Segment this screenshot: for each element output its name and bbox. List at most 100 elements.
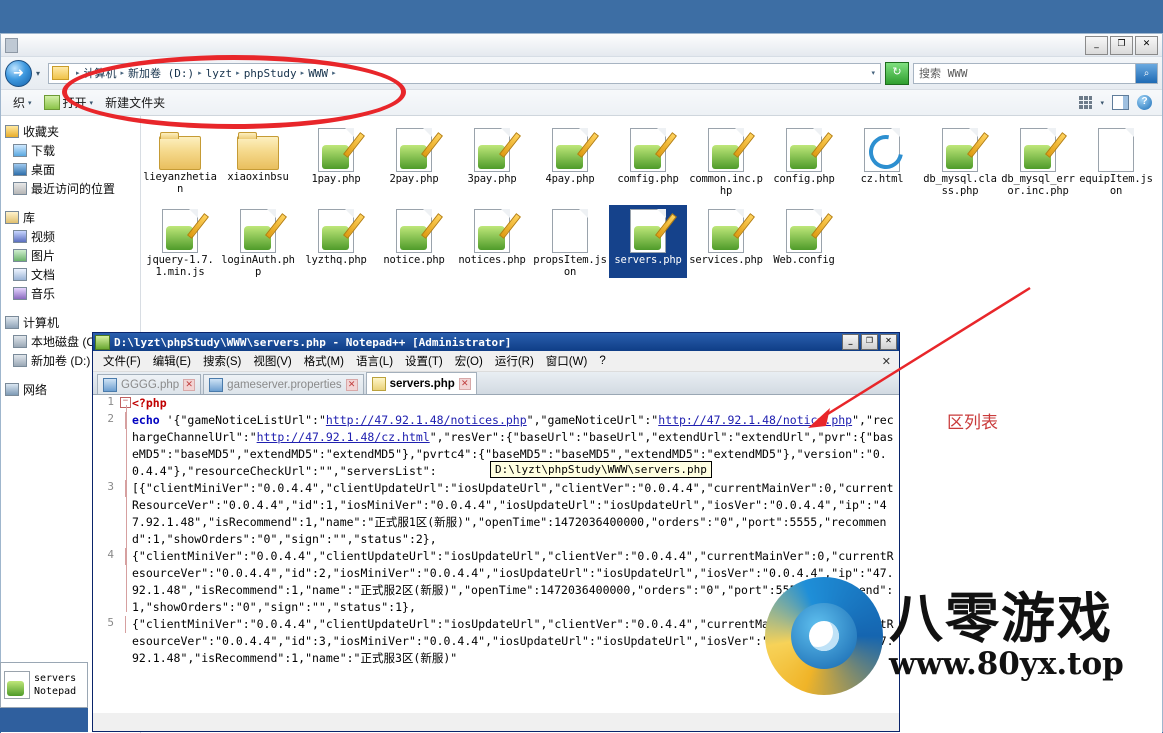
maximize-button[interactable]: ❐ [1110, 36, 1133, 55]
file-label: notice.php [383, 254, 445, 266]
nav-item-4[interactable]: 库 [5, 208, 140, 227]
explorer-window-controls[interactable]: _ ❐ ✕ [1085, 36, 1158, 55]
breadcrumb-item-2[interactable]: lyzt [206, 67, 233, 80]
file-item-lyzthq-php[interactable]: lyzthq.php [297, 205, 375, 278]
organize-label: 织 [13, 96, 26, 110]
nav-item-8[interactable]: 音乐 [5, 284, 140, 303]
menu-item-5[interactable]: 语言(L) [350, 353, 399, 369]
code-line: 1− <?php [93, 395, 899, 612]
fold-column[interactable] [119, 616, 132, 667]
line-number: 3 [93, 480, 119, 548]
taskbar-file-icon [4, 671, 30, 699]
chevron-down-icon: ▾ [89, 99, 94, 107]
php-file-icon [1017, 128, 1067, 172]
nav-item-7[interactable]: 文档 [5, 265, 140, 284]
search-input[interactable] [914, 65, 1135, 81]
fold-column[interactable]: − [119, 395, 132, 612]
fold-column[interactable] [119, 548, 132, 616]
breadcrumb-item-0[interactable]: 计算机 [84, 65, 117, 81]
close-icon[interactable]: ✕ [458, 377, 471, 390]
file-item-comfig-php[interactable]: comfig.php [609, 124, 687, 197]
npp-maximize-button[interactable]: ❐ [861, 334, 878, 350]
file-item-3pay-php[interactable]: 3pay.php [453, 124, 531, 197]
taskbar-thumb-line2: Notepad [34, 686, 77, 697]
file-item-common-inc-php[interactable]: common.inc.php [687, 124, 765, 197]
close-icon[interactable]: ✕ [345, 378, 358, 391]
open-button[interactable]: 打开 ▾ [38, 92, 100, 113]
menu-item-7[interactable]: 宏(O) [449, 353, 489, 369]
npp-minimize-button[interactable]: _ [842, 334, 859, 350]
menu-item-1[interactable]: 编辑(E) [147, 353, 197, 369]
editor-tab-gameserver-properties[interactable]: gameserver.properties ✕ [203, 374, 364, 394]
nav-item-6[interactable]: 图片 [5, 246, 140, 265]
notepadpp-window-controls[interactable]: _ ❐ ✕ [842, 334, 897, 350]
file-item-config-php[interactable]: config.php [765, 124, 843, 197]
breadcrumb-sep-2: ▸ [198, 70, 202, 77]
nav-item-5[interactable]: 视频 [5, 227, 140, 246]
breadcrumb-dropdown-icon[interactable]: ▾ [871, 69, 877, 77]
menu-item-9[interactable]: 窗口(W) [540, 353, 594, 369]
watermark-url: www.80yx.top [889, 646, 1124, 682]
file-item-services-php[interactable]: services.php [687, 205, 765, 278]
editor-tab-servers-php[interactable]: servers.php ✕ [365, 372, 477, 394]
file-item-db-mysql-class-php[interactable]: db_mysql.class.php [921, 124, 999, 197]
file-item-xiaoxinbsu[interactable]: xiaoxinbsu [219, 124, 297, 197]
history-dropdown-icon[interactable]: ▾ [32, 69, 44, 78]
close-button[interactable]: ✕ [1135, 36, 1158, 55]
php-file-icon [705, 128, 755, 172]
new-folder-button[interactable]: 新建文件夹 [99, 92, 171, 113]
watermark-brand: 八零游戏 [889, 587, 1113, 650]
fold-column[interactable] [119, 412, 132, 480]
taskbar-thumbnail[interactable]: servers Notepad [0, 662, 88, 708]
breadcrumb-item-3[interactable]: phpStudy [244, 67, 297, 80]
menu-item-3[interactable]: 视图(V) [247, 353, 297, 369]
organize-button[interactable]: 织 ▾ [7, 92, 38, 113]
menu-item-6[interactable]: 设置(T) [399, 353, 449, 369]
nav-item-1[interactable]: 下载 [5, 141, 140, 160]
breadcrumb[interactable]: ▸ 计算机 ▸ 新加卷 (D:) ▸ lyzt ▸ phpStudy ▸ WWW… [48, 62, 881, 84]
breadcrumb-sep-0: ▸ [76, 70, 80, 77]
menu-item-10[interactable]: ? [593, 355, 611, 367]
file-item-servers-php[interactable]: servers.php [609, 205, 687, 278]
documents-icon [13, 268, 27, 281]
file-item-jquery-1-7-1-min-js[interactable]: jquery-1.7.1.min.js [141, 205, 219, 278]
file-item-cz-html[interactable]: cz.html [843, 124, 921, 197]
chevron-down-icon[interactable]: ▾ [1100, 99, 1104, 107]
breadcrumb-item-4[interactable]: WWW [308, 67, 328, 80]
menu-item-4[interactable]: 格式(M) [298, 353, 350, 369]
help-icon[interactable]: ? [1137, 95, 1152, 110]
file-item-loginauth-php[interactable]: loginAuth.php [219, 205, 297, 278]
file-item-4pay-php[interactable]: 4pay.php [531, 124, 609, 197]
search-icon[interactable]: ⌕ [1135, 63, 1157, 83]
file-item-lieyanzhetian[interactable]: lieyanzhetian [141, 124, 219, 197]
file-item-2pay-php[interactable]: 2pay.php [375, 124, 453, 197]
preview-pane-icon[interactable] [1112, 95, 1129, 110]
nav-item-0[interactable]: 收藏夹 [5, 122, 140, 141]
breadcrumb-item-1[interactable]: 新加卷 (D:) [128, 65, 194, 81]
search-box[interactable]: ⌕ [913, 62, 1158, 84]
menu-item-0[interactable]: 文件(F) [97, 353, 147, 369]
fold-column[interactable] [119, 480, 132, 548]
menu-item-2[interactable]: 搜索(S) [197, 353, 247, 369]
editor-tab-gggg-php[interactable]: GGGG.php ✕ [97, 374, 202, 394]
nav-item-9[interactable]: 计算机 [5, 313, 140, 332]
document-close-button[interactable]: ✕ [882, 355, 891, 368]
nav-item-3[interactable]: 最近访问的位置 [5, 179, 140, 198]
file-item-web-config[interactable]: Web.config [765, 205, 843, 278]
file-item-notice-php[interactable]: notice.php [375, 205, 453, 278]
file-item-propsitem-json[interactable]: propsItem.json [531, 205, 609, 278]
refresh-icon[interactable]: ↻ [885, 61, 909, 85]
back-arrow-icon[interactable]: ➜ [5, 59, 32, 87]
menu-item-8[interactable]: 运行(R) [489, 353, 540, 369]
minimize-button[interactable]: _ [1085, 36, 1108, 55]
close-icon[interactable]: ✕ [183, 378, 196, 391]
file-item-notices-php[interactable]: notices.php [453, 205, 531, 278]
pictures-icon [13, 249, 27, 262]
view-grid-icon[interactable] [1079, 96, 1093, 109]
file-item-db-mysql-error-inc-php[interactable]: db_mysql_error.inc.php [999, 124, 1077, 197]
npp-close-button[interactable]: ✕ [880, 334, 897, 350]
file-item-equipitem-json[interactable]: equipItem.json [1077, 124, 1155, 197]
file-item-1pay-php[interactable]: 1pay.php [297, 124, 375, 197]
library-icon [5, 211, 19, 224]
nav-item-2[interactable]: 桌面 [5, 160, 140, 179]
